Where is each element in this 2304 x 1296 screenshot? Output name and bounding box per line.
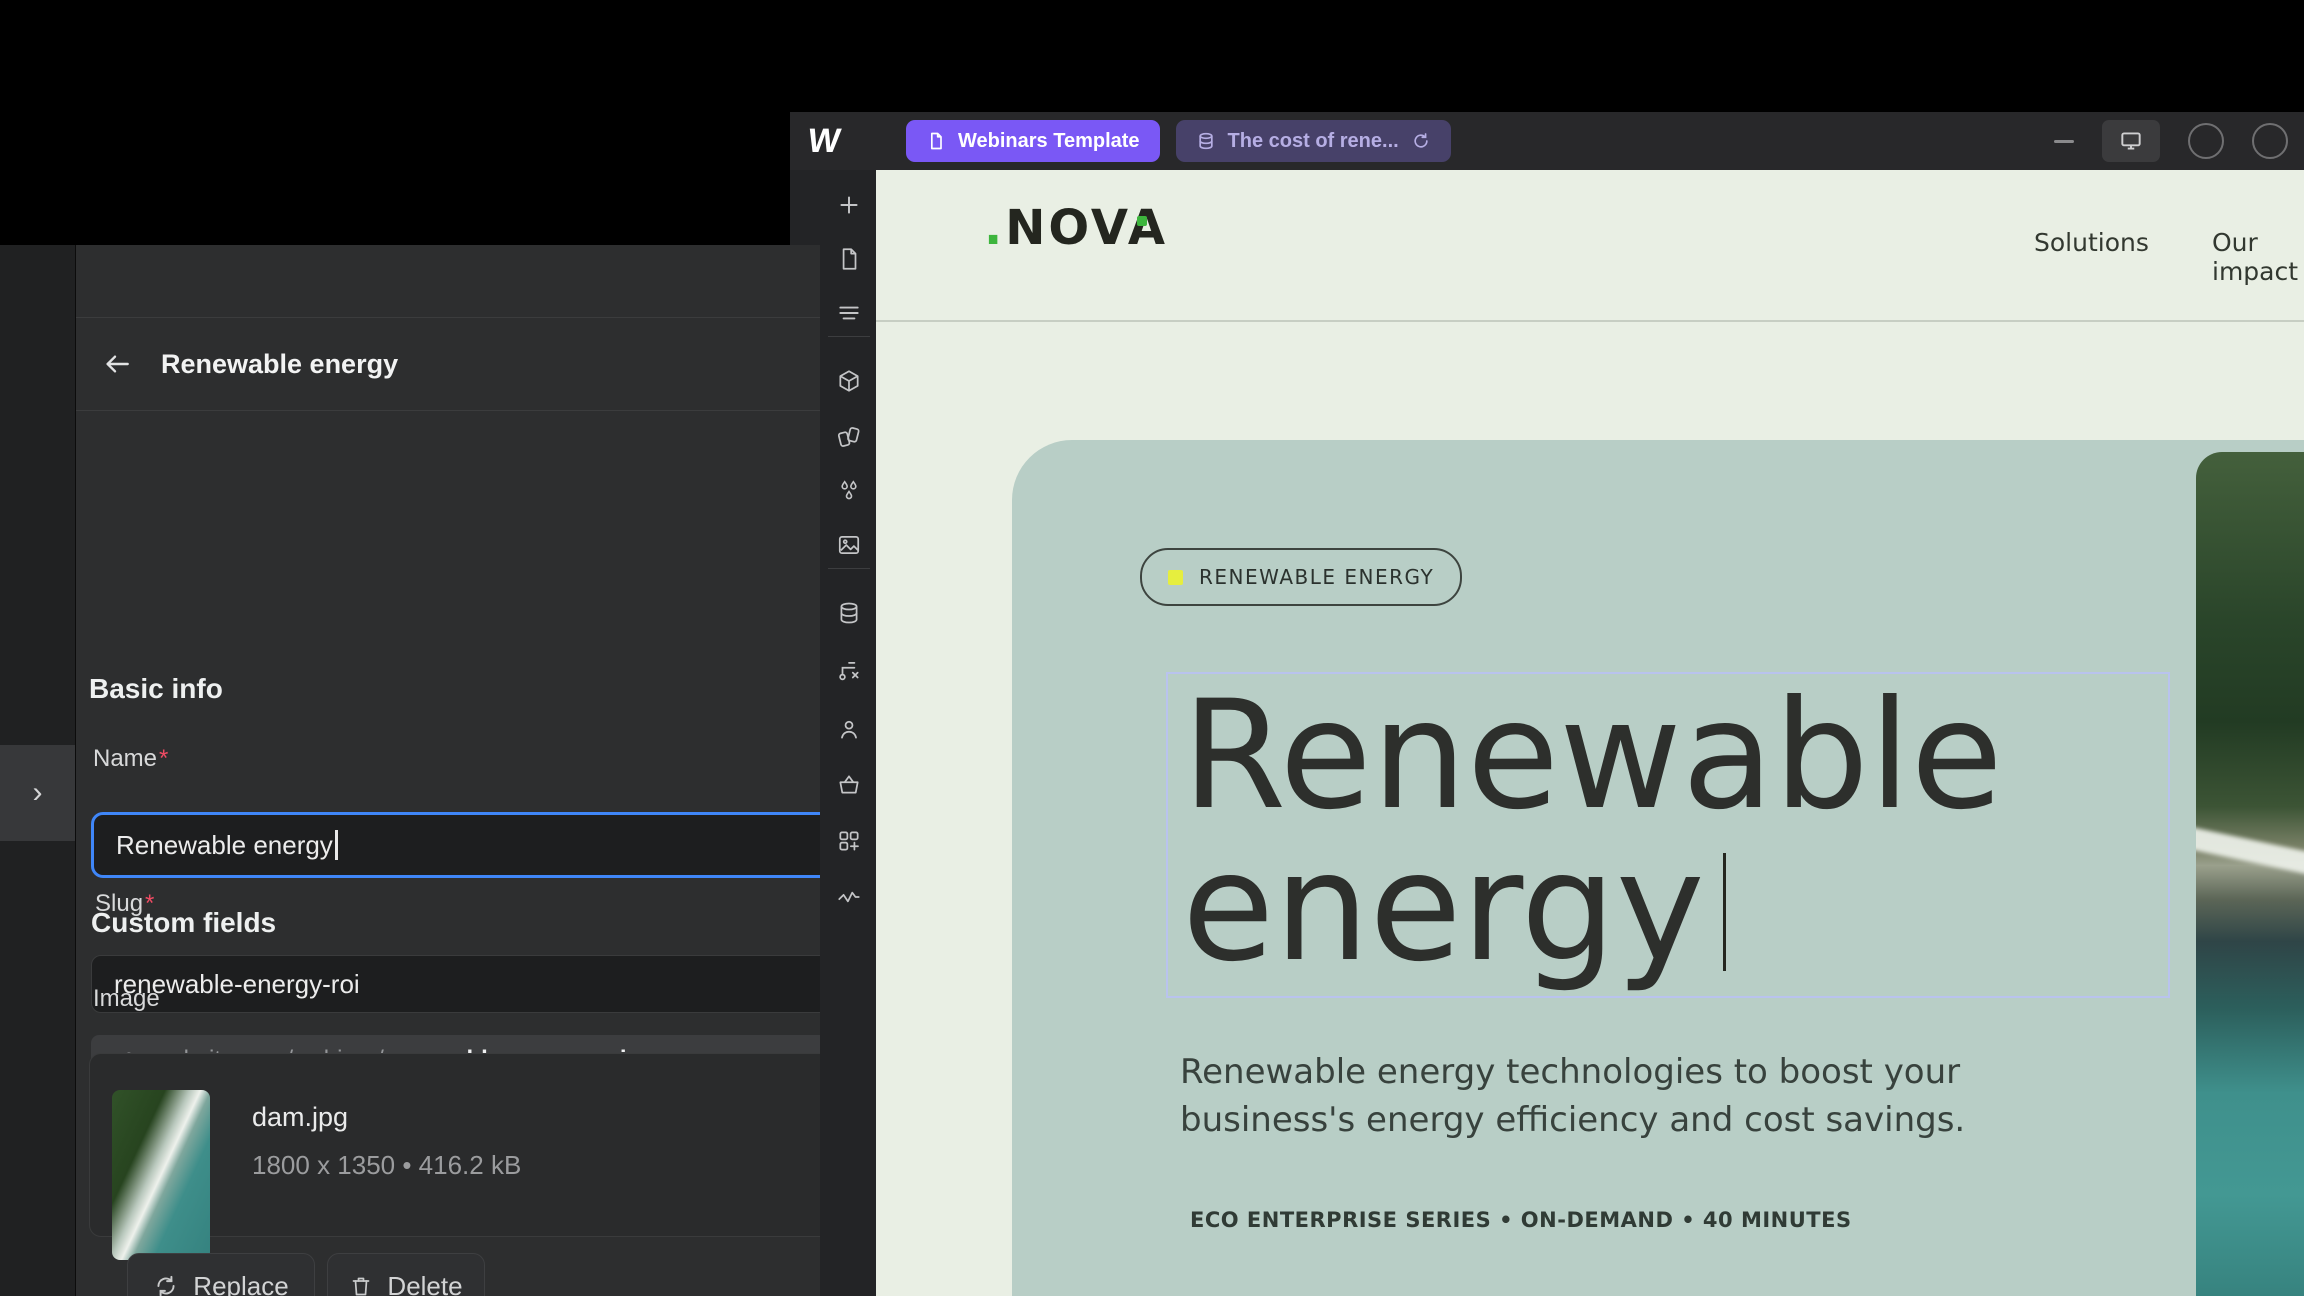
dam-water-streak [2196, 822, 2304, 880]
expand-panel-button[interactable]: › [0, 745, 75, 841]
database-icon [1196, 131, 1216, 151]
toolbar-divider [828, 568, 870, 569]
panel-title: Renewable energy [161, 349, 398, 380]
image-filename: dam.jpg [252, 1102, 348, 1133]
designer-canvas: .NOVA Solutions Our impact RENEWABLE ENE… [876, 170, 2304, 1296]
cms-icon[interactable] [836, 600, 862, 626]
assets-icon[interactable] [836, 478, 862, 504]
hero-heading[interactable]: Renewableenergy [1182, 680, 2003, 984]
category-badge[interactable]: RENEWABLE ENERGY [1140, 548, 1462, 606]
webflow-logo[interactable]: W [805, 122, 858, 161]
device-preview-button[interactable] [2102, 120, 2160, 162]
tab-webinars-template[interactable]: Webinars Template [906, 120, 1160, 162]
name-label: Name* [93, 745, 168, 773]
badge-swatch-icon [1168, 570, 1183, 585]
logo-accent-dot [1137, 216, 1147, 226]
logo-dot: . [984, 200, 1005, 256]
header-divider [876, 320, 2304, 322]
sync-icon [1411, 131, 1431, 151]
nav-link-our-impact[interactable]: Our impact [2212, 228, 2304, 286]
screenshot-stage: W Webinars Template The cost of rene... [0, 0, 2304, 1296]
tab-label: The cost of rene... [1228, 130, 1399, 153]
text-cursor [1723, 853, 1726, 971]
designer-titlebar: W Webinars Template The cost of rene... [790, 112, 2304, 170]
chevron-right-icon: › [33, 778, 43, 808]
page-icon [926, 131, 946, 151]
minimize-icon[interactable] [2054, 140, 2074, 143]
cms-item-panel: Renewable energy Basic info Name* Renewa… [75, 245, 820, 1296]
hero-section: RENEWABLE ENERGY Renewableenergy Renewab… [1012, 440, 2304, 1296]
publish-button[interactable] [2252, 123, 2288, 159]
name-input[interactable]: Renewable energy [91, 812, 820, 878]
titlebar-actions [2054, 120, 2288, 162]
divider [75, 410, 820, 411]
users-icon[interactable] [836, 716, 862, 742]
pages-icon[interactable] [836, 246, 862, 272]
add-icon[interactable] [836, 192, 862, 218]
image-thumbnail[interactable] [112, 1090, 210, 1260]
trash-icon [349, 1274, 373, 1296]
slug-input[interactable]: renewable-energy-roi [91, 955, 820, 1013]
image-field-card: dam.jpg 1800 x 1350 • 416.2 kB [89, 1053, 820, 1237]
custom-fields-heading: Custom fields [91, 907, 276, 939]
site-logo[interactable]: .NOVA [984, 200, 1168, 256]
hero-description[interactable]: Renewable energy technologies to boost y… [1180, 1048, 1965, 1145]
activity-icon[interactable] [836, 884, 862, 910]
dam-photo[interactable] [2196, 452, 2304, 1296]
components-icon[interactable] [836, 368, 862, 394]
apps-icon[interactable] [836, 828, 862, 854]
hero-meta-line[interactable]: ECO ENTERPRISE SERIES • ON-DEMAND • 40 M… [1190, 1208, 1852, 1232]
image-meta: 1800 x 1350 • 416.2 kB [252, 1150, 521, 1181]
ecommerce-icon[interactable] [836, 772, 862, 798]
tab-cms-item[interactable]: The cost of rene... [1176, 120, 1451, 162]
panel-header: Renewable energy [75, 318, 820, 410]
refresh-icon [153, 1273, 179, 1296]
badge-label: RENEWABLE ENERGY [1199, 565, 1434, 589]
delete-button[interactable]: Delete [327, 1253, 485, 1296]
toolbar-divider [828, 336, 870, 337]
replace-button[interactable]: Replace [127, 1253, 315, 1296]
basic-info-heading: Basic info [89, 673, 223, 705]
heading-selection-outline: Renewableenergy [1166, 672, 2170, 998]
navigator-icon[interactable] [836, 300, 862, 326]
preview-button[interactable] [2188, 123, 2224, 159]
logic-icon[interactable] [836, 658, 862, 684]
tab-label: Webinars Template [958, 130, 1140, 153]
nav-link-solutions[interactable]: Solutions [2034, 228, 2149, 257]
styles-icon[interactable] [836, 424, 862, 450]
collapsed-panel-rail: › [0, 245, 76, 1296]
text-cursor [335, 830, 338, 860]
image-field-label: Image [93, 985, 160, 1013]
media-icon[interactable] [836, 532, 862, 558]
logo-text: NOVA [1005, 200, 1168, 256]
required-asterisk: * [159, 745, 168, 772]
back-button[interactable] [101, 348, 133, 380]
